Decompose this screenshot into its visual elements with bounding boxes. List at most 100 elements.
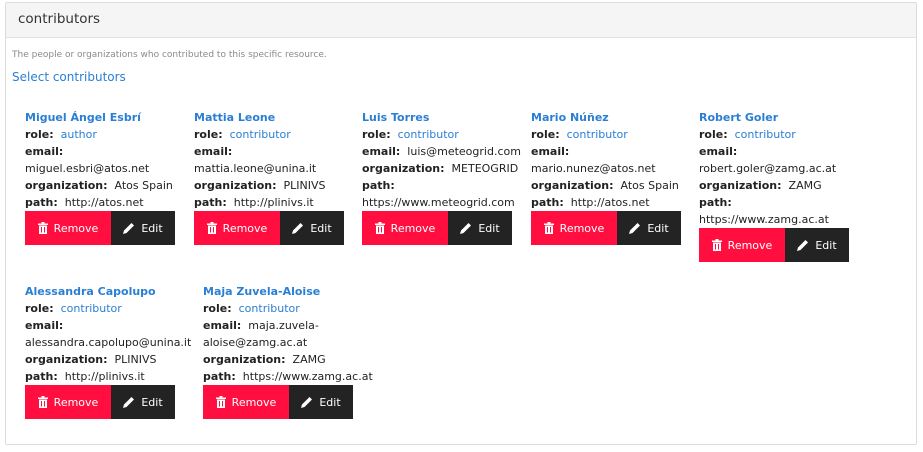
organization-value: Atos Spain: [114, 179, 173, 192]
role-label: role:: [25, 302, 54, 315]
email-label: email:: [531, 145, 570, 158]
edit-button[interactable]: Edit: [111, 211, 175, 245]
contributor-card: Alessandra Capolupo role: contributor em…: [25, 283, 191, 419]
edit-button[interactable]: Edit: [448, 211, 512, 245]
path-value: https://www.zamg.ac.at: [699, 213, 829, 226]
pencil-icon: [292, 223, 304, 234]
role-value[interactable]: contributor: [230, 128, 291, 141]
role-label: role:: [531, 128, 560, 141]
organization-value: METEOGRID: [451, 162, 519, 175]
remove-label: Remove: [222, 221, 268, 235]
role-value[interactable]: contributor: [567, 128, 628, 141]
remove-label: Remove: [53, 221, 99, 235]
trash-icon: [374, 222, 385, 234]
contributor-card: Robert Goler role: contributor email: ro…: [699, 109, 849, 262]
email-value: alessandra.capolupo@unina.it: [25, 336, 192, 349]
edit-button[interactable]: Edit: [280, 211, 344, 245]
email-value: mattia.leone@unina.it: [194, 162, 317, 175]
role-label: role:: [25, 128, 54, 141]
path-label: path:: [25, 370, 58, 383]
remove-label: Remove: [231, 395, 277, 409]
remove-button[interactable]: Remove: [25, 385, 111, 419]
remove-label: Remove: [53, 395, 99, 409]
edit-label: Edit: [478, 221, 500, 235]
remove-button[interactable]: Remove: [362, 211, 448, 245]
remove-label: Remove: [559, 221, 605, 235]
edit-label: Edit: [141, 395, 163, 409]
role-value[interactable]: contributor: [239, 302, 300, 315]
select-contributors-link[interactable]: Select contributors: [12, 70, 126, 84]
organization-label: organization:: [531, 179, 614, 192]
email-value: mario.nunez@atos.net: [531, 162, 656, 175]
email-value: miguel.esbri@atos.net: [25, 162, 150, 175]
edit-button[interactable]: Edit: [785, 228, 849, 262]
pencil-icon: [123, 223, 135, 234]
path-value: https://www.zamg.ac.at: [242, 370, 373, 383]
path-label: path:: [25, 196, 58, 209]
path-label: path:: [362, 179, 395, 192]
path-label: path:: [531, 196, 564, 209]
trash-icon: [215, 396, 226, 408]
contributor-card: Luis Torres role: contributor email: lui…: [362, 109, 521, 245]
organization-label: organization:: [362, 162, 445, 175]
remove-button[interactable]: Remove: [203, 385, 289, 419]
edit-button[interactable]: Edit: [289, 385, 353, 419]
path-label: path:: [203, 370, 236, 383]
remove-label: Remove: [390, 221, 436, 235]
contributor-name[interactable]: Mattia Leone: [194, 111, 275, 124]
edit-button[interactable]: Edit: [111, 385, 175, 419]
path-label: path:: [194, 196, 227, 209]
email-label: email:: [194, 145, 233, 158]
contributor-name[interactable]: Luis Torres: [362, 111, 429, 124]
panel-description: The people or organizations who contribu…: [12, 50, 327, 60]
organization-value: PLINIVS: [114, 353, 157, 366]
contributor-card: Miguel Ángel Esbrí role: author email: m…: [25, 109, 175, 245]
organization-label: organization:: [25, 179, 108, 192]
organization-label: organization:: [203, 353, 286, 366]
pencil-icon: [123, 397, 135, 408]
path-label: path:: [699, 196, 732, 209]
organization-value: PLINIVS: [283, 179, 326, 192]
organization-value: ZAMG: [788, 179, 822, 192]
remove-button[interactable]: Remove: [194, 211, 280, 245]
email-label: email:: [25, 145, 64, 158]
email-label: email:: [362, 145, 401, 158]
path-value: http://plinivs.it: [64, 370, 145, 383]
trash-icon: [711, 239, 722, 251]
contributor-name[interactable]: Miguel Ángel Esbrí: [25, 111, 141, 124]
edit-label: Edit: [310, 221, 332, 235]
path-value: http://atos.net: [64, 196, 144, 209]
trash-icon: [543, 222, 554, 234]
organization-label: organization:: [194, 179, 277, 192]
panel-title: contributors: [6, 3, 916, 38]
path-value: http://atos.net: [570, 196, 650, 209]
contributor-card: Mattia Leone role: contributor email: ma…: [194, 109, 344, 245]
email-label: email:: [699, 145, 738, 158]
role-value[interactable]: contributor: [61, 302, 122, 315]
edit-button[interactable]: Edit: [617, 211, 681, 245]
contributor-name[interactable]: Maja Zuvela-Aloise: [203, 285, 320, 298]
trash-icon: [206, 222, 217, 234]
remove-button[interactable]: Remove: [531, 211, 617, 245]
role-value[interactable]: contributor: [735, 128, 796, 141]
role-value[interactable]: contributor: [398, 128, 459, 141]
email-label: email:: [25, 319, 64, 332]
role-value[interactable]: author: [61, 128, 97, 141]
path-value: http://plinivs.it: [233, 196, 314, 209]
edit-label: Edit: [815, 238, 837, 252]
edit-label: Edit: [319, 395, 341, 409]
organization-label: organization:: [699, 179, 782, 192]
pencil-icon: [301, 397, 313, 408]
remove-button[interactable]: Remove: [699, 228, 785, 262]
remove-button[interactable]: Remove: [25, 211, 111, 245]
edit-label: Edit: [647, 221, 669, 235]
pencil-icon: [797, 240, 809, 251]
contributor-name[interactable]: Alessandra Capolupo: [25, 285, 156, 298]
trash-icon: [37, 396, 48, 408]
contributor-name[interactable]: Mario Núñez: [531, 111, 609, 124]
email-value: luis@meteogrid.com: [407, 145, 521, 158]
contributor-name[interactable]: Robert Goler: [699, 111, 778, 124]
organization-value: Atos Spain: [620, 179, 679, 192]
pencil-icon: [460, 223, 472, 234]
pencil-icon: [629, 223, 641, 234]
